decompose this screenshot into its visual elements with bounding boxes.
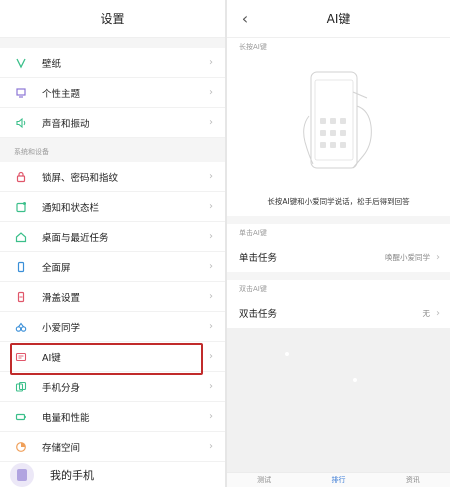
settings-item-label: 手机分身 (42, 382, 81, 394)
settings-item-home[interactable]: 桌面与最近任务 › (0, 222, 225, 252)
system-device-list: 锁屏、密码和指纹 › 通知和状态栏 › 桌面与最近任务 › 全面屏 › 滑盖设置… (0, 162, 225, 462)
settings-item-label: 小爱同学 (42, 322, 81, 334)
phone-hand-illustration (227, 56, 450, 186)
double-task-value: 无 (422, 308, 431, 318)
chevron-right-icon: › (436, 307, 440, 319)
section-header: 单击AI键 (227, 224, 450, 242)
settings-item-label: 通知和状态栏 (42, 202, 100, 214)
my-device-icon (10, 462, 34, 487)
back-arrow-icon[interactable]: ‹ (237, 9, 253, 28)
chevron-right-icon: › (209, 117, 213, 128)
lock-icon (14, 170, 28, 184)
settings-item-theme[interactable]: 个性主题 › (0, 78, 225, 108)
wallpaper-icon (14, 56, 28, 70)
tab-ranking[interactable]: 排行 (331, 475, 345, 485)
section-header: 系统和设备 (0, 138, 225, 162)
chevron-right-icon: › (209, 261, 213, 272)
chevron-right-icon: › (209, 381, 213, 392)
settings-item-sound[interactable]: 声音和振动 › (0, 108, 225, 138)
spacer (227, 272, 450, 280)
settings-item-lock[interactable]: 锁屏、密码和指纹 › (0, 162, 225, 192)
chevron-right-icon: › (209, 57, 213, 68)
double-press-section: 双击AI键 双击任务 无 › (227, 280, 450, 328)
settings-item-label: 声音和振动 (42, 118, 90, 130)
settings-item-fullscreen[interactable]: 全面屏 › (0, 252, 225, 282)
my-device-item[interactable]: 我的手机 (0, 462, 225, 487)
chevron-right-icon: › (209, 291, 213, 302)
long-press-caption: 长按AI键和小爱同学说话，松手后得到回答 (227, 186, 450, 216)
settings-item-slider[interactable]: 滑盖设置 › (0, 282, 225, 312)
settings-item-label: 存储空间 (42, 442, 81, 454)
settings-item-label: 电量和性能 (42, 412, 90, 424)
settings-item-label: 锁屏、密码和指纹 (42, 172, 119, 184)
chevron-right-icon: › (209, 87, 213, 98)
tab-test[interactable]: 测试 (257, 475, 271, 485)
storage-icon (14, 440, 28, 454)
theme-icon (14, 86, 28, 100)
settings-item-label: 滑盖设置 (42, 292, 81, 304)
decorative-dot (285, 352, 289, 356)
dual-space-icon (14, 380, 28, 394)
settings-item-wallpaper[interactable]: 壁纸 › (0, 48, 225, 78)
section-header: 双击AI键 (227, 280, 450, 298)
personalization-list: 壁纸 › 个性主题 › 声音和振动 › (0, 48, 225, 138)
chevron-right-icon: › (209, 351, 213, 362)
chevron-right-icon: › (209, 171, 213, 182)
settings-item-notification[interactable]: 通知和状态栏 › (0, 192, 225, 222)
chevron-right-icon: › (209, 441, 213, 452)
home-icon (14, 230, 28, 244)
settings-item-label: 桌面与最近任务 (42, 232, 109, 244)
settings-item-storage[interactable]: 存储空间 › (0, 432, 225, 462)
long-press-section: 长按AI键 长按AI键和小爱同学说话，松手后得到回答 (227, 38, 450, 216)
fullscreen-icon (14, 260, 28, 274)
settings-item-ai-key[interactable]: AI键 › (0, 342, 225, 372)
page-title: 设置 (100, 12, 125, 26)
double-task-row[interactable]: 双击任务 无 › (227, 298, 450, 328)
assistant-icon (14, 320, 28, 334)
settings-item-battery[interactable]: 电量和性能 › (0, 402, 225, 432)
ai-key-icon (14, 350, 28, 364)
notification-icon (14, 200, 28, 214)
page-title: AI键 (326, 12, 351, 26)
slider-icon (14, 290, 28, 304)
chevron-right-icon: › (209, 411, 213, 422)
settings-item-label: AI键 (42, 352, 61, 364)
chevron-right-icon: › (436, 251, 440, 263)
settings-item-assistant[interactable]: 小爱同学 › (0, 312, 225, 342)
my-device-label: 我的手机 (50, 468, 94, 482)
single-task-row[interactable]: 单击任务 唤醒小爱同学 › (227, 242, 450, 272)
single-task-value: 唤醒小爱同学 (385, 252, 430, 262)
settings-header: 设置 (0, 0, 225, 38)
single-task-label: 单击任务 (239, 253, 278, 264)
spacer (0, 38, 225, 48)
single-press-section: 单击AI键 单击任务 唤醒小爱同学 › (227, 224, 450, 272)
settings-item-label: 全面屏 (42, 262, 71, 274)
chevron-right-icon: › (209, 201, 213, 212)
double-task-label: 双击任务 (239, 309, 278, 320)
sound-icon (14, 116, 28, 130)
settings-panel: 设置 壁纸 › 个性主题 › 声音和振动 › 系统和设备 锁屏、密码和指纹 › … (0, 0, 225, 487)
decorative-dot (353, 378, 357, 382)
ai-key-panel: ‹ AI键 长按AI键 长按AI键和小爱同学说话，松手后得到回答 单击AI键 单… (227, 0, 450, 487)
tab-news[interactable]: 资讯 (406, 475, 420, 485)
section-header: 长按AI键 (227, 38, 450, 56)
bottom-tab-bar: 测试 排行 资讯 (227, 472, 450, 487)
settings-item-label: 壁纸 (42, 58, 62, 70)
chevron-right-icon: › (209, 231, 213, 242)
battery-icon (14, 410, 28, 424)
settings-item-label: 个性主题 (42, 88, 81, 100)
ai-key-header: ‹ AI键 (227, 0, 450, 38)
chevron-right-icon: › (209, 321, 213, 332)
spacer (227, 216, 450, 224)
settings-item-dual-space[interactable]: 手机分身 › (0, 372, 225, 402)
